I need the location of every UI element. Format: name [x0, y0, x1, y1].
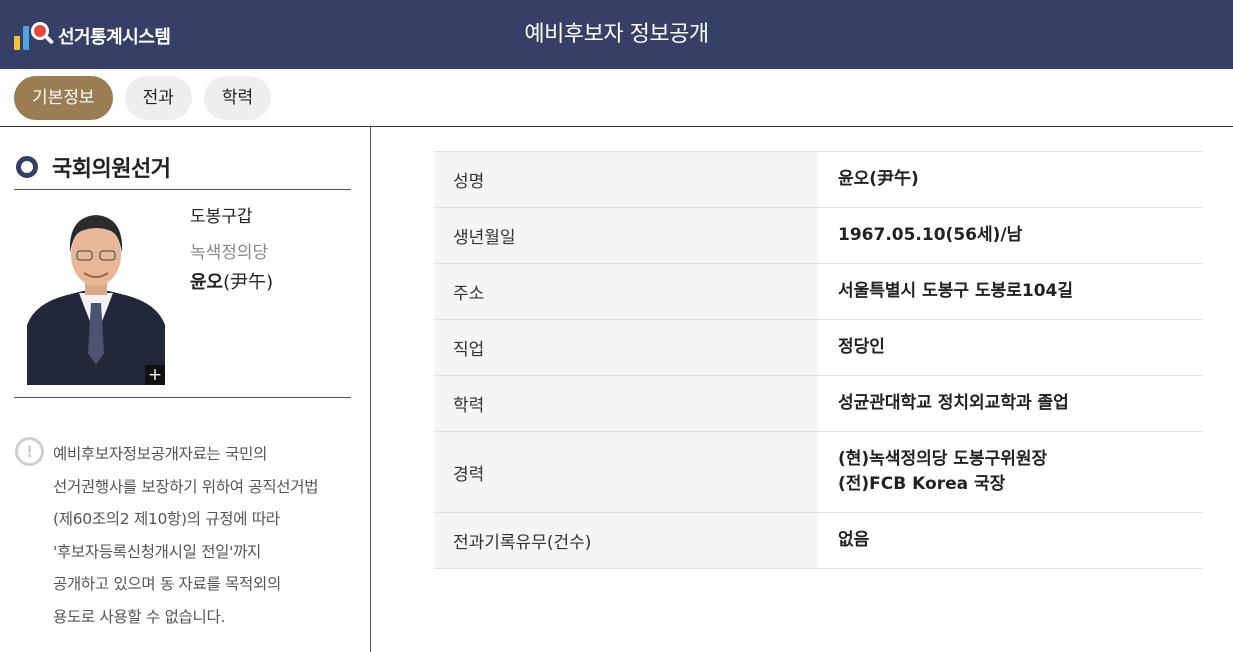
notice-line: 선거권행사를 보장하기 위하여 공직선거법 — [53, 477, 319, 496]
row-value-text: 없음 — [838, 530, 870, 550]
logo[interactable]: 선거통계시스템 — [14, 22, 171, 50]
logo-text: 선거통계시스템 — [58, 27, 171, 48]
page-title: 예비후보자 정보공개 — [524, 22, 709, 47]
tab-bar: 기본정보 전과 학력 — [14, 76, 272, 120]
portrait-icon — [27, 207, 165, 385]
tab-criminal-record[interactable]: 전과 — [124, 76, 192, 120]
chart-search-icon — [14, 22, 55, 50]
panel-divider — [370, 127, 371, 652]
row-label: 학력 — [434, 376, 818, 431]
notice-line: (제60조의2 제10항)의 규정에 따라 — [53, 510, 280, 529]
row-label: 주소 — [434, 264, 818, 319]
row-label: 경력 — [434, 432, 818, 512]
row-value-text: (현)녹색정의당 도봉구위원장 — [838, 449, 1048, 469]
table-row: 생년월일 1967.05.10(56세)/남 — [434, 208, 1203, 264]
row-value-text: 정당인 — [838, 337, 885, 357]
row-value-text: 1967.05.10(56세)/남 — [838, 225, 1023, 245]
candidate-name-hanja: (尹午) — [223, 272, 274, 293]
zoom-plus-icon[interactable]: + — [145, 365, 165, 385]
row-value-text: 서울특별시 도봉구 도봉로104길 — [838, 281, 1074, 301]
row-label: 전과기록유무(건수) — [434, 513, 818, 568]
notice-line: 예비후보자정보공개자료는 국민의 — [53, 445, 268, 463]
ring-bullet-icon — [16, 156, 38, 178]
candidate-party: 녹색정의당 — [190, 243, 269, 263]
election-title: 국회의원선거 — [52, 157, 171, 182]
row-value: 정당인 — [818, 320, 1203, 375]
candidate-photo[interactable]: + — [27, 207, 165, 385]
table-row: 성명 윤오(尹午) — [434, 152, 1203, 208]
row-value-text: 성균관대학교 정치외교학과 졸업 — [838, 393, 1069, 413]
separator — [14, 189, 351, 190]
candidate-name: 윤오(尹午) — [190, 268, 273, 294]
table-row: 전과기록유무(건수) 없음 — [434, 513, 1203, 569]
separator — [14, 397, 351, 398]
row-value: 없음 — [818, 513, 1203, 568]
candidate-district: 도봉구갑 — [190, 207, 253, 227]
top-divider — [0, 126, 1233, 127]
table-row: 주소 서울특별시 도봉구 도봉로104길 — [434, 264, 1203, 320]
row-value: 성균관대학교 정치외교학과 졸업 — [818, 376, 1203, 431]
table-row: 경력 (현)녹색정의당 도봉구위원장 (전)FCB Korea 국장 — [434, 432, 1203, 513]
row-value: 윤오(尹午) — [818, 152, 1203, 207]
notice-line: '후보자등록신청개시일 전일'까지 — [53, 542, 261, 561]
notice-line: 공개하고 있으며 동 자료를 목적외의 — [53, 575, 281, 594]
row-label: 직업 — [434, 320, 818, 375]
row-label: 생년월일 — [434, 208, 818, 263]
table-row: 학력 성균관대학교 정치외교학과 졸업 — [434, 376, 1203, 432]
row-value: 1967.05.10(56세)/남 — [818, 208, 1203, 263]
row-value: 서울특별시 도봉구 도봉로104길 — [818, 264, 1203, 319]
candidate-info-table: 성명 윤오(尹午) 생년월일 1967.05.10(56세)/남 주소 서울특별… — [434, 151, 1203, 569]
exclamation-icon: ! — [15, 437, 44, 466]
top-header: 선거통계시스템 예비후보자 정보공개 — [0, 0, 1233, 69]
row-value-text: 윤오(尹午) — [838, 169, 919, 189]
tab-education[interactable]: 학력 — [203, 76, 272, 120]
row-label: 성명 — [434, 152, 818, 207]
table-row: 직업 정당인 — [434, 320, 1203, 376]
disclosure-notice: 예비후보자정보공개자료는 국민의 선거권행사를 보장하기 위하여 공직선거법 (… — [53, 438, 358, 634]
candidate-name-hangul: 윤오 — [190, 272, 224, 293]
row-value-text: (전)FCB Korea 국장 — [838, 474, 1006, 494]
row-value: (현)녹색정의당 도봉구위원장 (전)FCB Korea 국장 — [818, 432, 1203, 512]
tab-basic-info[interactable]: 기본정보 — [14, 76, 113, 120]
notice-line: 용도로 사용할 수 없습니다. — [53, 607, 226, 626]
election-heading: 국회의원선거 — [16, 151, 171, 183]
